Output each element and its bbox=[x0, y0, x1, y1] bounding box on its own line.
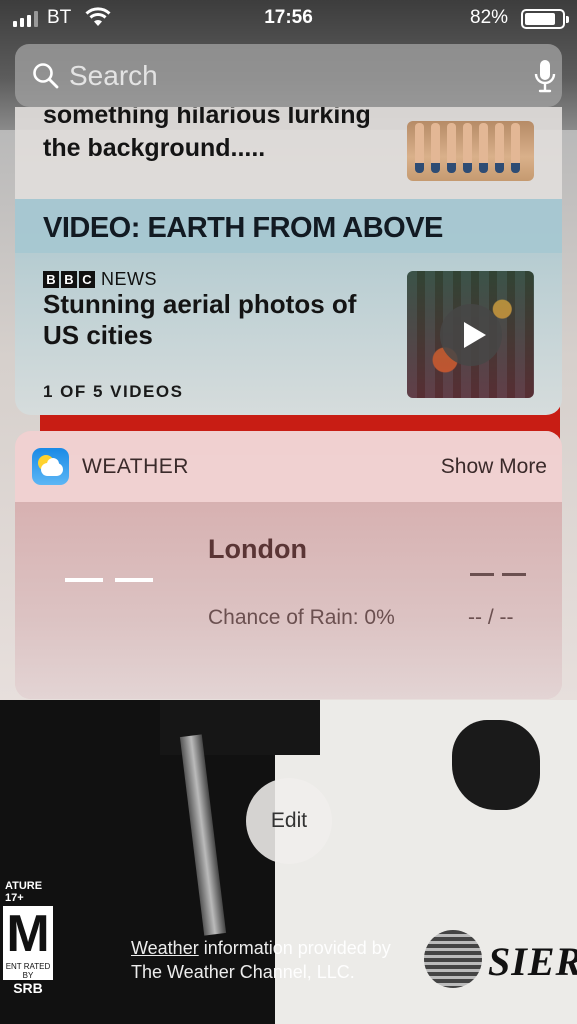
publisher-logo-icon bbox=[424, 930, 482, 988]
weather-app-icon[interactable] bbox=[32, 448, 69, 485]
source-letter: C bbox=[79, 271, 95, 288]
show-more-button[interactable]: Show More bbox=[441, 455, 547, 479]
esrb-rating-badge: ATURE 17+ M ENT RATED BY SRB bbox=[0, 875, 56, 996]
high-low-temperature: -- / -- bbox=[468, 606, 514, 629]
battery-icon bbox=[521, 9, 569, 29]
video-section-title: VIDEO: EARTH FROM ABOVE bbox=[43, 212, 443, 244]
search-placeholder: Search bbox=[69, 60, 158, 91]
play-button[interactable] bbox=[440, 304, 502, 366]
mic-icon[interactable] bbox=[533, 58, 557, 94]
news-widget: something hilarious lurking the backgrou… bbox=[15, 107, 562, 415]
rating-small-text: ENT RATED BY bbox=[5, 962, 51, 980]
previous-story-thumbnail[interactable] bbox=[407, 121, 534, 181]
weather-condition-placeholder bbox=[470, 573, 526, 576]
battery-fill bbox=[525, 13, 555, 25]
wallpaper-fist-art bbox=[452, 720, 540, 810]
rating-letter: M bbox=[6, 905, 50, 963]
news-video-story[interactable]: VIDEO: EARTH FROM ABOVE B B C NEWS Stunn… bbox=[15, 199, 562, 415]
news-previous-story[interactable]: something hilarious lurking the backgrou… bbox=[15, 107, 562, 199]
weather-app-name: WEATHER bbox=[82, 455, 189, 478]
edit-widgets-button[interactable]: Edit bbox=[246, 778, 332, 864]
video-count: 1 OF 5 VIDEOS bbox=[43, 382, 184, 401]
attribution-line-1: Weather information provided by bbox=[131, 936, 391, 960]
status-bar: BT 17:56 82% bbox=[0, 0, 577, 38]
publisher-name: SIER bbox=[488, 939, 577, 984]
battery-percent: 82% bbox=[470, 7, 509, 28]
weather-widget: WEATHER Show More London Chance of Rain:… bbox=[15, 431, 562, 699]
source-letter: B bbox=[43, 271, 59, 288]
video-thumbnail[interactable] bbox=[407, 271, 534, 398]
weather-link[interactable]: Weather bbox=[131, 938, 199, 958]
previous-story-title[interactable]: something hilarious lurking the backgrou… bbox=[43, 107, 388, 165]
current-temperature-placeholder bbox=[65, 578, 153, 582]
source-letter: B bbox=[61, 271, 77, 288]
video-title[interactable]: Stunning aerial photos of US cities bbox=[43, 289, 388, 351]
weather-widget-header: WEATHER Show More bbox=[15, 431, 562, 502]
rating-top-text: ATURE 17+ bbox=[3, 878, 53, 906]
search-icon bbox=[33, 63, 59, 89]
video-section-header: VIDEO: EARTH FROM ABOVE bbox=[15, 199, 562, 253]
search-field[interactable]: Search bbox=[15, 44, 562, 107]
weather-body[interactable]: London Chance of Rain: 0% -- / -- bbox=[15, 502, 562, 699]
weather-attribution: Weather information provided by The Weat… bbox=[131, 936, 391, 984]
news-source-logo: B B C NEWS bbox=[43, 269, 157, 290]
play-icon bbox=[464, 322, 486, 348]
weather-city: London bbox=[208, 534, 307, 564]
rain-chance: Chance of Rain: 0% bbox=[208, 606, 395, 629]
attribution-text: information provided by bbox=[198, 938, 391, 958]
attribution-line-2: The Weather Channel, LLC. bbox=[131, 962, 355, 982]
rating-bottom-text: SRB bbox=[3, 980, 53, 996]
source-label: NEWS bbox=[101, 269, 157, 289]
